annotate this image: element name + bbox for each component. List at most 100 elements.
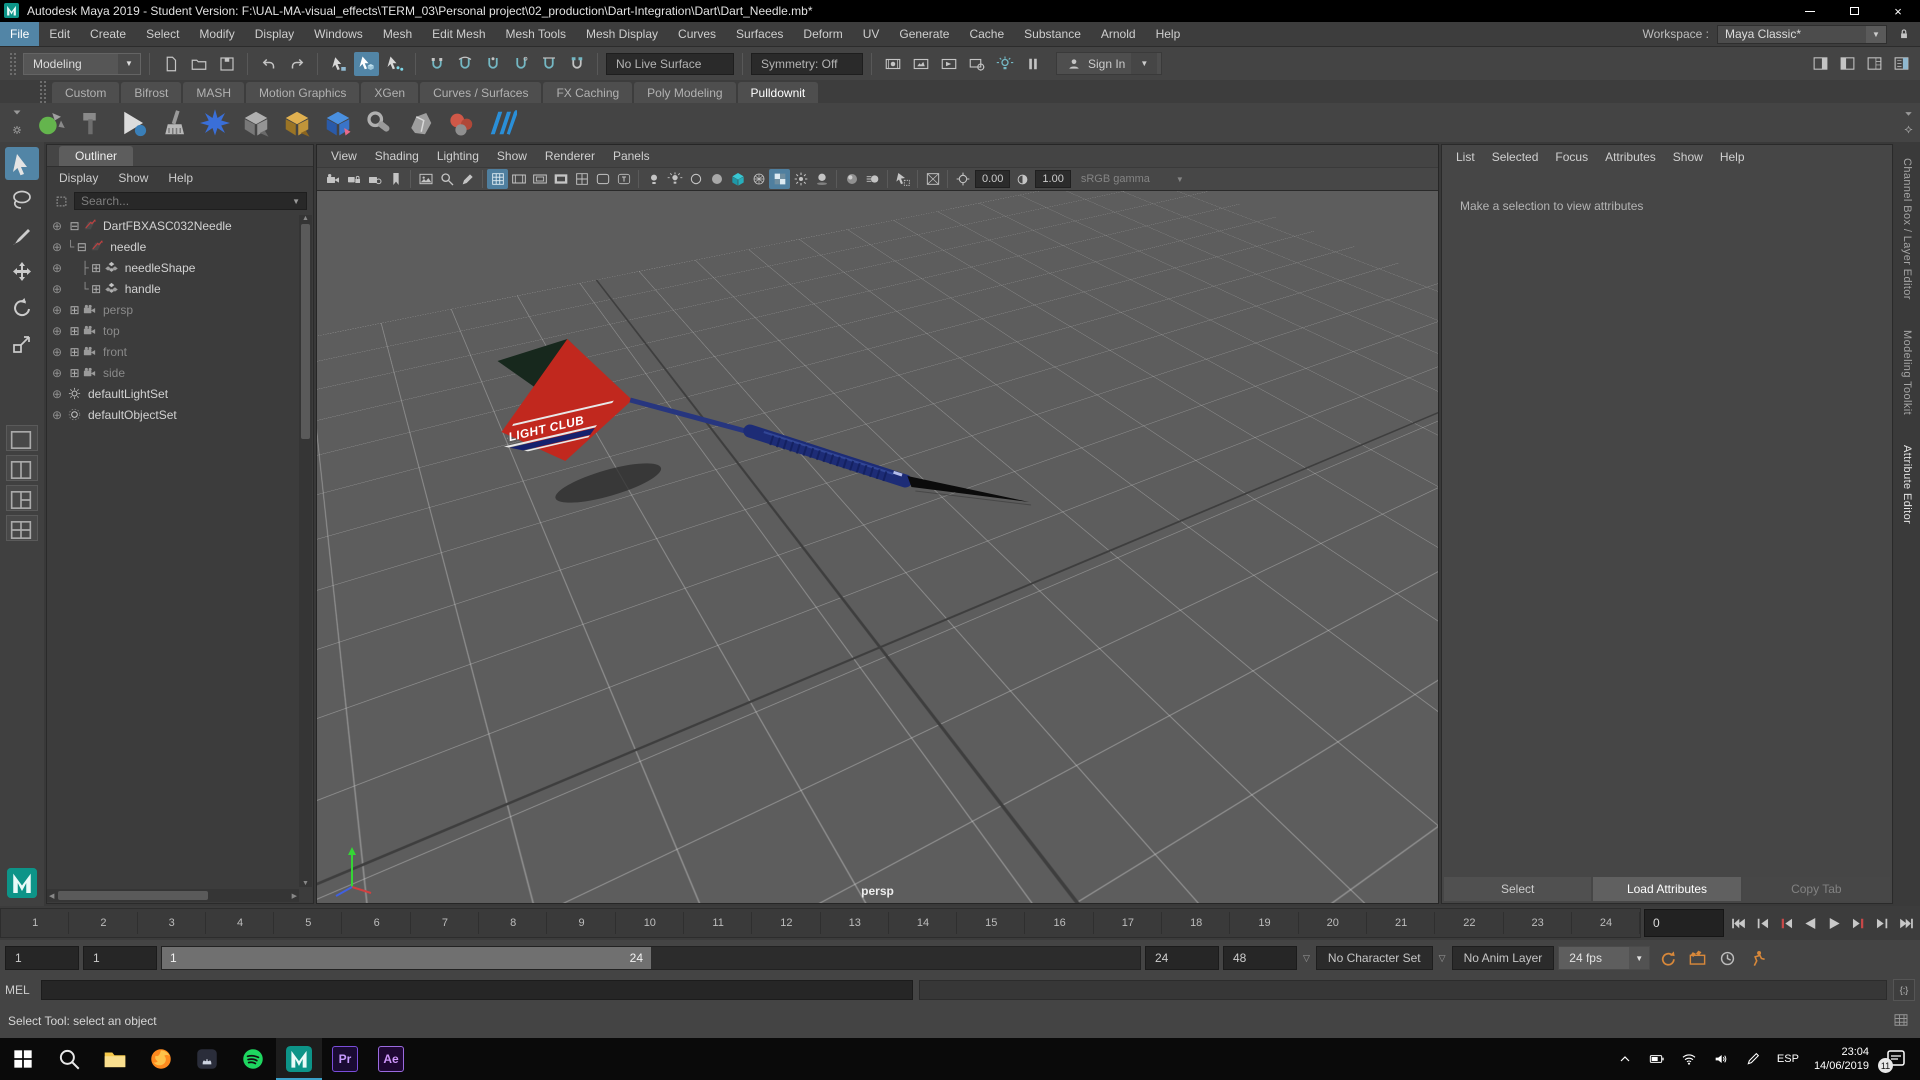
sign-in-dropdown[interactable]: Sign In ▼ bbox=[1056, 52, 1162, 75]
symmetry-dropdown[interactable]: Symmetry: Off bbox=[751, 53, 863, 75]
menu-generate[interactable]: Generate bbox=[889, 22, 959, 46]
ipr-render-icon[interactable] bbox=[908, 52, 933, 76]
isolate-select-icon[interactable] bbox=[892, 169, 913, 189]
shaded-mode-icon[interactable] bbox=[706, 169, 727, 189]
shelf-tab-switcher-icon[interactable] bbox=[11, 106, 23, 121]
expand-box-icon[interactable]: ⊞ bbox=[89, 282, 104, 296]
flat-lighting-icon[interactable] bbox=[685, 169, 706, 189]
expand-circle-icon[interactable]: ⊕ bbox=[47, 408, 67, 422]
maya-logo-icon[interactable] bbox=[7, 868, 37, 898]
expand-circle-icon[interactable]: ⊕ bbox=[47, 219, 67, 233]
camera-lock-icon[interactable] bbox=[343, 169, 364, 189]
render-settings-icon[interactable] bbox=[964, 52, 989, 76]
snap-grid-icon[interactable] bbox=[424, 52, 449, 76]
taskbar-spotify-icon[interactable] bbox=[230, 1038, 276, 1080]
taskbar-clock[interactable]: 23:04 14/06/2019 bbox=[1814, 1045, 1869, 1074]
menu-windows[interactable]: Windows bbox=[304, 22, 373, 46]
taskbar-firefox-icon[interactable] bbox=[138, 1038, 184, 1080]
undo-icon[interactable] bbox=[256, 52, 281, 76]
chevron-down-icon[interactable]: ▼ bbox=[118, 54, 140, 74]
pdi-shatter-blue-icon[interactable] bbox=[321, 106, 355, 140]
expand-box-icon[interactable]: ⊞ bbox=[67, 303, 82, 317]
live-surface-field[interactable]: No Live Surface bbox=[606, 53, 734, 75]
mel-label[interactable]: MEL bbox=[5, 983, 35, 997]
drag-grip[interactable] bbox=[40, 81, 46, 103]
pdi-shatter-gold-icon[interactable] bbox=[280, 106, 314, 140]
chevron-down-icon[interactable]: ▼ bbox=[1629, 947, 1649, 969]
workspace-dropdown[interactable]: Maya Classic* ▼ bbox=[1717, 25, 1887, 44]
range-slider-bar[interactable]: 1 24 bbox=[162, 947, 651, 969]
pen-icon[interactable] bbox=[1745, 1051, 1762, 1068]
frame-2[interactable]: 2 bbox=[69, 909, 137, 937]
xray-mode-icon[interactable] bbox=[922, 169, 943, 189]
image-plane-icon[interactable] bbox=[415, 169, 436, 189]
playback-end-field[interactable]: 24 bbox=[1145, 946, 1219, 970]
anim-layer-menu-icon[interactable]: ▽ bbox=[1439, 953, 1446, 964]
frame-13[interactable]: 13 bbox=[821, 909, 889, 937]
menu-modify[interactable]: Modify bbox=[189, 22, 244, 46]
lasso-tool[interactable] bbox=[5, 183, 39, 216]
two-pane-layout-button[interactable] bbox=[6, 455, 38, 481]
outliner-menu-display[interactable]: Display bbox=[59, 171, 98, 185]
frame-21[interactable]: 21 bbox=[1367, 909, 1435, 937]
frame-5[interactable]: 5 bbox=[274, 909, 342, 937]
taskbar-file-explorer-icon[interactable] bbox=[92, 1038, 138, 1080]
grid-button-icon[interactable] bbox=[1892, 1011, 1912, 1031]
expand-circle-icon[interactable]: ⊕ bbox=[47, 303, 67, 317]
motion-blur-toggle-icon[interactable] bbox=[862, 169, 883, 189]
shelf-gear-icon[interactable] bbox=[11, 124, 23, 139]
ao-toggle-icon[interactable] bbox=[841, 169, 862, 189]
viewport-menu-renderer[interactable]: Renderer bbox=[545, 149, 595, 163]
resolution-gate-icon[interactable] bbox=[529, 169, 550, 189]
ae-menu-selected[interactable]: Selected bbox=[1492, 150, 1539, 164]
maximize-button[interactable] bbox=[1832, 0, 1876, 22]
frame-14[interactable]: 14 bbox=[889, 909, 957, 937]
range-slider-track[interactable]: 1 24 bbox=[161, 946, 1141, 970]
outliner-item-needle[interactable]: ⊕└⊟needle bbox=[47, 236, 313, 257]
ae-menu-help[interactable]: Help bbox=[1720, 150, 1745, 164]
attribute-editor-toggle-icon[interactable] bbox=[1808, 52, 1833, 76]
menu-curves[interactable]: Curves bbox=[668, 22, 726, 46]
gamma-icon[interactable] bbox=[1012, 169, 1033, 189]
pdi-play-icon[interactable] bbox=[116, 106, 150, 140]
expand-circle-icon[interactable]: ⊕ bbox=[47, 324, 67, 338]
save-scene-icon[interactable] bbox=[214, 52, 239, 76]
menu-uv[interactable]: UV bbox=[853, 22, 890, 46]
pdi-stress-icon[interactable] bbox=[198, 106, 232, 140]
collapse-box-icon[interactable]: ⊟ bbox=[67, 219, 82, 233]
tool-settings-toggle-icon[interactable] bbox=[1835, 52, 1860, 76]
frame-19[interactable]: 19 bbox=[1230, 909, 1298, 937]
menu-deform[interactable]: Deform bbox=[793, 22, 852, 46]
frame-22[interactable]: 22 bbox=[1435, 909, 1503, 937]
film-gate-icon[interactable] bbox=[508, 169, 529, 189]
time-slider-track[interactable]: 123456789101112131415161718192021222324 bbox=[0, 908, 1641, 938]
pause-icon-icon[interactable] bbox=[1020, 52, 1045, 76]
wireframe-mode-icon[interactable] bbox=[748, 169, 769, 189]
select-component-icon[interactable] bbox=[382, 52, 407, 76]
shadows-toggle-icon[interactable] bbox=[811, 169, 832, 189]
use-lights-icon[interactable] bbox=[790, 169, 811, 189]
range-end-handle[interactable]: 24 bbox=[630, 951, 643, 965]
load-attributes-button[interactable]: Load Attributes bbox=[1593, 877, 1740, 901]
outliner-item-side[interactable]: ⊕⊞side bbox=[47, 362, 313, 383]
anim-prefs-icon[interactable] bbox=[1714, 945, 1740, 971]
collapse-box-icon[interactable]: ⊟ bbox=[74, 240, 89, 254]
expand-circle-icon[interactable]: ⊕ bbox=[47, 345, 67, 359]
shelf-menu-icon[interactable] bbox=[1903, 108, 1914, 122]
open-scene-icon[interactable] bbox=[186, 52, 211, 76]
go-to-end-button[interactable] bbox=[1895, 910, 1918, 936]
render-sequence-icon[interactable] bbox=[936, 52, 961, 76]
render-current-frame-icon[interactable] bbox=[880, 52, 905, 76]
menu-surfaces[interactable]: Surfaces bbox=[726, 22, 793, 46]
ae-menu-show[interactable]: Show bbox=[1673, 150, 1703, 164]
range-start-handle[interactable]: 1 bbox=[170, 951, 177, 965]
chevron-down-icon[interactable]: ▼ bbox=[1131, 53, 1157, 74]
shelf-tab-custom[interactable]: Custom bbox=[52, 82, 119, 103]
expand-box-icon[interactable]: ⊞ bbox=[67, 366, 82, 380]
outliner-item-handle[interactable]: ⊕ └⊞handle bbox=[47, 278, 313, 299]
move-tool[interactable] bbox=[5, 255, 39, 288]
pulldownit-logo-icon[interactable] bbox=[485, 106, 519, 140]
menu-mesh[interactable]: Mesh bbox=[373, 22, 422, 46]
search-input[interactable]: Search... ▼ bbox=[74, 192, 307, 210]
menu-mesh-tools[interactable]: Mesh Tools bbox=[496, 22, 576, 46]
